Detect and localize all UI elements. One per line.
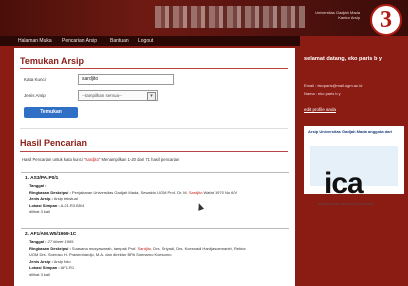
divider <box>20 68 288 69</box>
date-value: 27 Maret 1969 <box>47 239 74 244</box>
keyword-label: Kata Kunci <box>24 77 46 82</box>
type-value: Arsip foto <box>53 258 71 264</box>
result-date: Tanggal : <box>29 183 289 188</box>
banner-image <box>155 6 305 28</box>
description-text: Penjabaran Universitas Gadjah Mada, Sewa… <box>71 189 189 195</box>
date-label: Tanggal : <box>29 183 47 188</box>
search-title: Temukan Arsip <box>20 56 85 66</box>
nav-search-archive[interactable]: Pencarian Arsip <box>62 37 97 45</box>
result-type: Jenis Arsip : Arsip tekstual <box>29 196 289 201</box>
result-title[interactable]: 2. AF1/AM.W5/1969-1C <box>25 232 289 237</box>
edit-profile-link[interactable]: edit profile anda <box>304 107 336 112</box>
result-location: Lokasi Simpan : A.21.R3.B5/4 <box>29 203 289 208</box>
site-banner: Universitas Gadjah Mada Kantor Arsip 3 <box>0 0 408 36</box>
summary-suffix: " Menampilkan 1-20 dari 71 hasil pencari… <box>98 157 180 162</box>
date-label: Tanggal : <box>29 239 47 244</box>
ica-title: Arsip Universitas Gadjah Mada anggota da… <box>308 129 393 134</box>
welcome-message: selamat datang, eko paris b y <box>304 56 383 62</box>
result-description: Ringkasan Deskripsi : Suasana musyawarah… <box>29 246 289 251</box>
description-text: Suasana musyawarah, tampak Prof. <box>71 245 138 251</box>
user-email: Email : ekoparis@mail.ugm.ac.id <box>304 83 363 88</box>
banner-line-2: Kantor Arsip <box>338 15 360 20</box>
description-label: Ringkasan Deskripsi : <box>29 189 71 195</box>
results-title: Hasil Pencarian <box>20 138 88 148</box>
archive-type-value: --tampilkan semua-- <box>82 93 123 98</box>
result-item: 2. AF1/AM.W5/1969-1C Tanggal : 27 Maret … <box>21 228 289 279</box>
banner-text: Universitas Gadjah Mada Kantor Arsip <box>315 10 360 20</box>
location-value: AF1.R1 <box>60 265 75 271</box>
nav-help[interactable]: Bantuan <box>110 37 129 45</box>
page: Universitas Gadjah Mada Kantor Arsip 3 H… <box>0 0 408 286</box>
result-views: dilihat 3 kali <box>29 209 50 215</box>
main-nav: Halaman Muka Pencarian Arsip Bantuan Log… <box>0 36 300 46</box>
ica-logo-text: ica <box>324 167 364 200</box>
description-keyword: Sardjito <box>137 245 152 251</box>
summary-prefix: Hasil Pencarian untuk kata kunci " <box>22 157 86 162</box>
ica-logo[interactable]: ica INTERNATIONAL COUNCIL ON ARCHIVES <box>310 146 398 206</box>
keyword-input[interactable]: sardjito <box>78 74 174 85</box>
step-badge: 3 <box>370 4 402 36</box>
result-views: dilihat 3 kali <box>29 271 50 277</box>
location-label: Lokasi Simpan : <box>29 202 60 208</box>
archive-type-select[interactable]: --tampilkan semua-- ▾ <box>78 90 158 101</box>
search-button[interactable]: Temukan <box>24 107 78 118</box>
nav-logout[interactable]: Logout <box>138 37 153 45</box>
results-summary: Hasil Pencarian untuk kata kunci "sardji… <box>22 157 179 162</box>
result-location: Lokasi Simpan : AF1.R1 <box>29 265 289 270</box>
nav-home[interactable]: Halaman Muka <box>18 37 52 45</box>
type-label: Jenis Arsip : <box>29 258 53 264</box>
chevron-down-icon: ▾ <box>147 92 156 101</box>
description-label: Ringkasan Deskripsi : <box>29 245 71 251</box>
result-description: Ringkasan Deskripsi : Penjabaran Univers… <box>29 190 289 195</box>
description-keyword: Sardjito <box>188 189 203 195</box>
ica-logo-subtitle: INTERNATIONAL COUNCIL ON ARCHIVES <box>318 202 374 206</box>
type-label: Jenis Arsip <box>24 93 46 98</box>
description-text: Wafat 1970 No 6/V <box>202 189 238 195</box>
description-text: , Drs. Sriyadi, Drs. Koesnadi Hardjasoem… <box>151 245 246 251</box>
ica-membership-box: Arsip Universitas Gadjah Mada anggota da… <box>304 126 404 206</box>
divider <box>20 128 288 129</box>
type-value: Arsip tekstual <box>53 196 78 202</box>
result-description-line-2: UGM Drs. Soeroso H. Prawirohardjo, M.A. … <box>29 252 172 258</box>
main-content: Temukan Arsip Kata Kunci sardjito Jenis … <box>14 48 295 286</box>
divider <box>20 151 288 152</box>
type-label: Jenis Arsip : <box>29 196 53 202</box>
result-type: Jenis Arsip : Arsip foto <box>29 259 289 264</box>
user-name: Nama : eko paris b y <box>304 91 341 96</box>
result-title[interactable]: 1. AS3/PA.P0/1 <box>25 176 289 181</box>
location-value: A.21.R3.B5/4 <box>60 202 85 208</box>
result-item: 1. AS3/PA.P0/1 Tanggal : Ringkasan Deskr… <box>21 172 289 216</box>
result-date: Tanggal : 27 Maret 1969 <box>29 239 289 244</box>
summary-keyword[interactable]: sardjito <box>85 157 99 162</box>
location-label: Lokasi Simpan : <box>29 265 60 271</box>
